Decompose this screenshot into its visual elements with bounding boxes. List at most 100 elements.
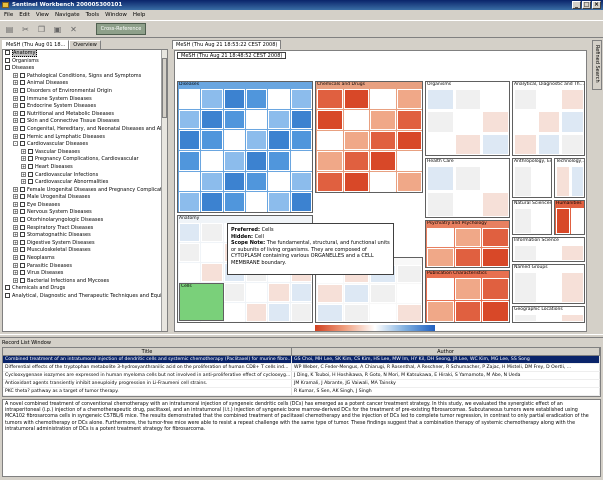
tree-item[interactable]: + Nervous System Diseases: [3, 209, 167, 217]
treemap-cell[interactable]: [427, 133, 454, 155]
tree-item[interactable]: + Nutritional and Metabolic Diseases: [3, 110, 167, 119]
treemap-cell[interactable]: [556, 208, 570, 234]
expand-icon[interactable]: +: [13, 239, 18, 245]
treemap-cell[interactable]: [179, 223, 201, 242]
treemap-cell[interactable]: [454, 228, 482, 247]
treemap-cell[interactable]: [537, 111, 561, 133]
tree-checkbox[interactable]: [20, 118, 25, 124]
cross-reference-button[interactable]: Cross-Reference: [96, 23, 146, 35]
tree-item[interactable]: Chemicals and Drugs: [3, 285, 167, 293]
treemap-cell[interactable]: [179, 243, 201, 262]
treemap-cell[interactable]: [454, 111, 482, 133]
treemap-cell[interactable]: [514, 133, 537, 155]
tree-item[interactable]: + Endocrine System Diseases: [3, 103, 167, 111]
tree-checkbox[interactable]: [20, 72, 25, 78]
tree-checkbox[interactable]: [20, 194, 25, 200]
treemap-cell[interactable]: [482, 278, 509, 300]
tree-checkbox[interactable]: [28, 163, 33, 169]
treemap-cell[interactable]: [427, 192, 454, 217]
collapse-icon[interactable]: -: [13, 141, 18, 147]
expand-icon[interactable]: +: [13, 270, 18, 276]
treemap-cell[interactable]: [482, 192, 509, 217]
tree-checkbox[interactable]: [5, 293, 10, 298]
menu-edit[interactable]: Edit: [19, 10, 30, 20]
treemap-cell[interactable]: [570, 166, 584, 197]
tree-item[interactable]: + Eye Diseases: [3, 201, 167, 210]
treemap-cell[interactable]: [246, 151, 268, 171]
treemap-cell[interactable]: [246, 192, 268, 212]
treemap-cell[interactable]: [290, 283, 312, 302]
tree-checkbox[interactable]: [20, 270, 25, 276]
expand-icon[interactable]: +: [13, 110, 18, 116]
treemap-cell[interactable]: [561, 89, 584, 111]
treemap-cell[interactable]: [427, 166, 454, 191]
treemap-cell[interactable]: [246, 283, 268, 302]
treemap-cell[interactable]: [268, 171, 290, 192]
treemap-cell[interactable]: [290, 151, 312, 171]
treemap-cell[interactable]: [179, 130, 201, 150]
treemap-cell[interactable]: [454, 89, 482, 111]
tree-item[interactable]: + Disorders of Environmental Origin: [3, 87, 167, 96]
expand-icon[interactable]: +: [13, 103, 18, 109]
menu-window[interactable]: Window: [105, 10, 127, 20]
treemap-cell[interactable]: [370, 284, 396, 303]
treemap-region-organisms[interactable]: Organisms: [425, 81, 510, 156]
treemap-cell[interactable]: [343, 172, 369, 192]
treemap-cell[interactable]: [533, 208, 551, 234]
treemap[interactable]: MeSH (Thu Aug 21 18:48:52 CEST 2008) Dis…: [174, 50, 587, 332]
treemap-cell[interactable]: [343, 109, 369, 130]
column-title[interactable]: Title: [3, 348, 293, 355]
treemap-cell[interactable]: [343, 151, 369, 172]
treemap-cell[interactable]: [482, 166, 509, 191]
treemap-cell[interactable]: [268, 151, 290, 171]
treemap-cell[interactable]: [223, 109, 245, 130]
expand-icon[interactable]: +: [13, 201, 18, 207]
treemap-region-publication[interactable]: Publication Characteristics: [425, 270, 510, 323]
tree-item[interactable]: + Musculoskeletal Diseases: [3, 247, 167, 255]
treemap-cell[interactable]: [370, 172, 396, 192]
treemap-cell[interactable]: [223, 192, 245, 212]
tree-checkbox[interactable]: [5, 65, 10, 71]
treemap-cell[interactable]: [396, 109, 422, 130]
tree-item[interactable]: + Male Urogenital Diseases: [3, 194, 167, 202]
maximize-button[interactable]: □: [582, 1, 591, 9]
treemap-cell[interactable]: [179, 192, 201, 212]
tree-checkbox[interactable]: [20, 80, 25, 86]
expand-icon[interactable]: +: [13, 209, 18, 215]
treemap-cell[interactable]: [537, 314, 561, 322]
treemap-cell[interactable]: [343, 130, 369, 151]
expand-icon[interactable]: +: [13, 217, 18, 223]
tree-checkbox[interactable]: [20, 133, 25, 139]
treemap-cell[interactable]: [223, 89, 245, 109]
treemap-region-cells-highlight[interactable]: Cells: [179, 283, 224, 321]
menu-view[interactable]: View: [36, 10, 49, 20]
expand-icon[interactable]: +: [13, 133, 18, 139]
tree-item[interactable]: + Cardiovascular Infections: [3, 171, 167, 180]
tree-item[interactable]: Analytical, Diagnostic and Therapeutic T…: [3, 293, 167, 301]
tree-item[interactable]: + Digestive System Diseases: [3, 239, 167, 248]
treemap-cell[interactable]: [514, 245, 537, 261]
table-row[interactable]: Antioxidant agents transiently inhibit a…: [3, 380, 600, 388]
tree-checkbox[interactable]: [20, 186, 25, 192]
expand-icon[interactable]: +: [13, 125, 18, 131]
treemap-cell[interactable]: [370, 151, 396, 172]
treemap-cell[interactable]: [427, 228, 454, 247]
tree-checkbox[interactable]: [20, 201, 25, 207]
tree-checkbox[interactable]: [28, 148, 33, 154]
expand-icon[interactable]: +: [21, 156, 26, 162]
expand-icon[interactable]: +: [21, 163, 26, 169]
treemap-cell[interactable]: [514, 166, 532, 197]
tree-item[interactable]: Organisms: [3, 57, 167, 66]
treemap-cell[interactable]: [370, 130, 396, 151]
expand-icon[interactable]: +: [13, 255, 18, 261]
treemap-cell[interactable]: [246, 109, 268, 130]
treemap-cell[interactable]: [268, 130, 290, 150]
treemap-cell[interactable]: [223, 151, 245, 171]
treemap-cell[interactable]: [537, 272, 561, 303]
treemap-cell[interactable]: [396, 151, 422, 172]
treemap-cell[interactable]: [537, 133, 561, 155]
treemap-cell[interactable]: [427, 248, 454, 267]
treemap-region-named_groups[interactable]: Named Groups: [512, 264, 585, 304]
treemap-cell[interactable]: [201, 192, 223, 212]
tree-item[interactable]: + Bacterial Infections and Mycoses: [3, 277, 167, 286]
